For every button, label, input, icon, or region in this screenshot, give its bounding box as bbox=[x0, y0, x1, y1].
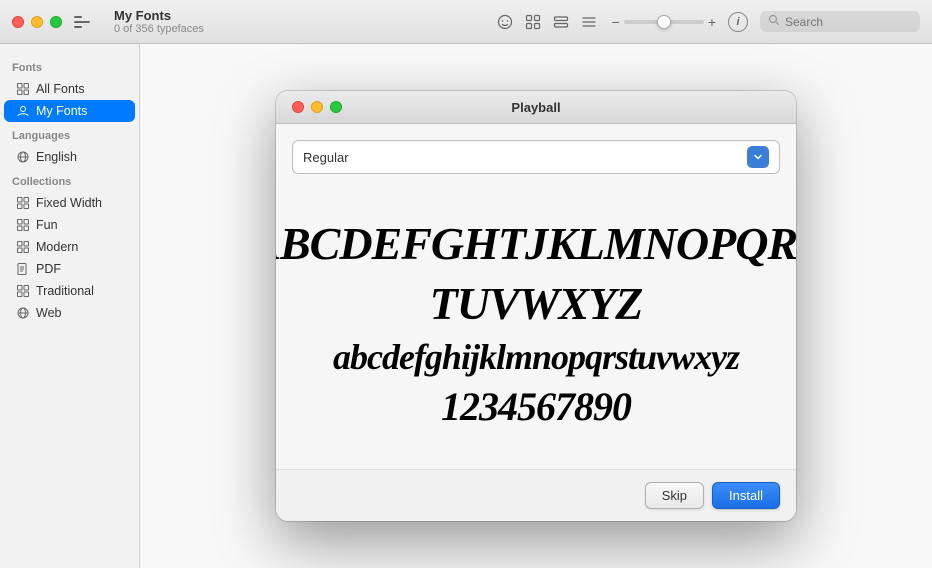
dialog-title: Playball bbox=[511, 100, 560, 115]
traditional-icon bbox=[16, 284, 30, 298]
skip-button[interactable]: Skip bbox=[645, 482, 704, 509]
install-button[interactable]: Install bbox=[712, 482, 780, 509]
sidebar-item-all-fonts-label: All Fonts bbox=[36, 82, 85, 96]
preview-smiley-icon[interactable] bbox=[494, 11, 516, 33]
select-chevron-icon bbox=[747, 146, 769, 168]
info-button[interactable]: i bbox=[728, 12, 748, 32]
web-icon bbox=[16, 306, 30, 320]
toolbar-icons bbox=[494, 11, 600, 33]
size-slider[interactable]: − + bbox=[612, 14, 716, 30]
sidebar-item-pdf-label: PDF bbox=[36, 262, 61, 276]
dialog-traffic-lights bbox=[292, 101, 342, 113]
fixed-width-icon bbox=[16, 196, 30, 210]
font-style-row: Regular bbox=[292, 140, 780, 174]
slider-max-icon: + bbox=[708, 14, 716, 30]
sidebar-toggle-button[interactable] bbox=[74, 14, 94, 30]
window-subtitle: 0 of 356 typefaces bbox=[114, 23, 204, 35]
fun-icon bbox=[16, 218, 30, 232]
collections-section-label: Collections bbox=[0, 168, 139, 192]
main-layout: Fonts All Fonts My Fonts Langua bbox=[0, 44, 932, 568]
sidebar-item-modern-label: Modern bbox=[36, 240, 78, 254]
slider-track[interactable] bbox=[624, 20, 704, 24]
preview-line4: 1234567890 bbox=[441, 381, 631, 433]
dialog-body: Regular ABCDEFGHTJKLMNOPQRS TUVWXYZ abcd… bbox=[276, 124, 796, 468]
sidebar-item-traditional[interactable]: Traditional bbox=[4, 280, 135, 302]
window-title: My Fonts bbox=[114, 8, 171, 23]
sidebar: Fonts All Fonts My Fonts Langua bbox=[0, 44, 140, 568]
search-input[interactable] bbox=[785, 15, 912, 29]
pdf-icon bbox=[16, 262, 30, 276]
dialog-footer: Skip Install bbox=[276, 469, 796, 521]
sidebar-item-fixed-width[interactable]: Fixed Width bbox=[4, 192, 135, 214]
dialog-titlebar: Playball bbox=[276, 91, 796, 124]
modern-icon bbox=[16, 240, 30, 254]
fonts-section-label: Fonts bbox=[0, 54, 139, 78]
maximize-button[interactable] bbox=[50, 16, 62, 28]
sidebar-item-web[interactable]: Web bbox=[4, 302, 135, 324]
sidebar-item-fun-label: Fun bbox=[36, 218, 58, 232]
content-area: Playball Regular ABCDEFGHTJKLMNOPQRS bbox=[140, 44, 932, 568]
layout-view-icon[interactable] bbox=[550, 11, 572, 33]
search-icon bbox=[768, 14, 780, 29]
traffic-lights bbox=[12, 16, 62, 28]
sidebar-item-traditional-label: Traditional bbox=[36, 284, 94, 298]
preview-line3: abcdefghijklmnopqrstuvwxyz bbox=[333, 334, 739, 381]
preview-line2: TUVWXYZ bbox=[430, 274, 643, 334]
grid-view-icon[interactable] bbox=[522, 11, 544, 33]
titlebar-info: My Fonts 0 of 356 typefaces bbox=[114, 8, 494, 35]
font-style-select[interactable]: Regular bbox=[292, 140, 780, 174]
close-button[interactable] bbox=[12, 16, 24, 28]
sidebar-item-pdf[interactable]: PDF bbox=[4, 258, 135, 280]
font-style-label: Regular bbox=[303, 150, 349, 165]
titlebar: My Fonts 0 of 356 typefaces bbox=[0, 0, 932, 44]
sidebar-item-english-label: English bbox=[36, 150, 77, 164]
font-install-dialog: Playball Regular ABCDEFGHTJKLMNOPQRS bbox=[276, 91, 796, 520]
all-fonts-icon bbox=[16, 82, 30, 96]
sidebar-item-all-fonts[interactable]: All Fonts bbox=[4, 78, 135, 100]
languages-section-label: Languages bbox=[0, 122, 139, 146]
my-fonts-icon bbox=[16, 104, 30, 118]
preview-line1: ABCDEFGHTJKLMNOPQRS bbox=[276, 214, 796, 274]
sidebar-item-my-fonts-label: My Fonts bbox=[36, 104, 87, 118]
sidebar-item-my-fonts[interactable]: My Fonts bbox=[4, 100, 135, 122]
sidebar-item-fixed-width-label: Fixed Width bbox=[36, 196, 102, 210]
dialog-maximize-button[interactable] bbox=[330, 101, 342, 113]
minimize-button[interactable] bbox=[31, 16, 43, 28]
sidebar-item-web-label: Web bbox=[36, 306, 61, 320]
slider-thumb[interactable] bbox=[657, 15, 671, 29]
sidebar-item-english[interactable]: English bbox=[4, 146, 135, 168]
slider-min-icon: − bbox=[612, 14, 620, 30]
english-icon bbox=[16, 150, 30, 164]
sidebar-item-fun[interactable]: Fun bbox=[4, 214, 135, 236]
search-bar[interactable] bbox=[760, 11, 920, 32]
list-view-icon[interactable] bbox=[578, 11, 600, 33]
dialog-minimize-button[interactable] bbox=[311, 101, 323, 113]
dialog-close-button[interactable] bbox=[292, 101, 304, 113]
sidebar-item-modern[interactable]: Modern bbox=[4, 236, 135, 258]
font-preview: ABCDEFGHTJKLMNOPQRS TUVWXYZ abcdefghijkl… bbox=[292, 194, 780, 452]
